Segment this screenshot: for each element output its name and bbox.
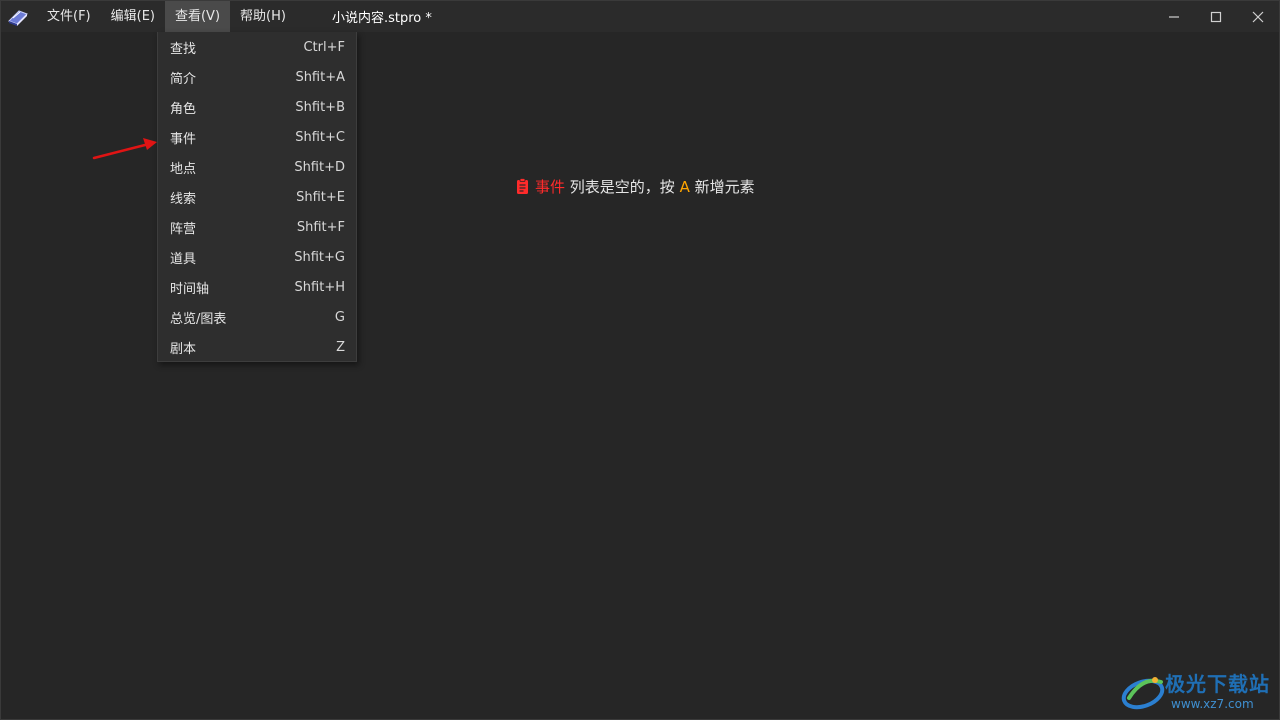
menu-item-label: 角色 — [170, 101, 197, 117]
menu-item-shortcut: Shfit+G — [294, 249, 345, 265]
menu-item-shortcut: Ctrl+F — [303, 39, 345, 55]
menu-item-factions[interactable]: 阵营 Shfit+F — [158, 212, 356, 242]
close-icon — [1252, 11, 1264, 22]
menu-item-synopsis[interactable]: 简介 Shfit+A — [158, 62, 356, 92]
menu-item-label: 道具 — [170, 251, 197, 267]
empty-state-text: 列表是空的，按 — [565, 178, 680, 196]
menu-item-label: 时间轴 — [170, 281, 210, 297]
menu-item-characters[interactable]: 角色 Shfit+B — [158, 92, 356, 122]
menu-item-script[interactable]: 剧本 Z — [158, 332, 356, 362]
menu-item-shortcut: Z — [336, 339, 345, 355]
menu-item-items[interactable]: 道具 Shfit+G — [158, 242, 356, 272]
menu-item-shortcut: Shfit+H — [294, 279, 345, 295]
menu-item-label: 剧本 — [170, 341, 197, 357]
document-title: 小说内容.stpro * — [331, 11, 432, 26]
window-controls — [1153, 1, 1279, 32]
menu-item-shortcut: Shfit+C — [295, 129, 345, 145]
watermark-url: www.xz7.com — [1171, 697, 1254, 711]
menu-item-shortcut: Shfit+D — [294, 159, 345, 175]
menu-item-label: 总览/图表 — [170, 311, 227, 327]
menu-file[interactable]: 文件(F) — [37, 1, 101, 32]
menu-item-shortcut: Shfit+F — [296, 219, 345, 235]
menu-item-label: 事件 — [170, 131, 197, 147]
minimize-button[interactable] — [1153, 1, 1195, 32]
menu-item-label: 线索 — [170, 191, 197, 207]
menu-edit[interactable]: 编辑(E) — [101, 1, 165, 32]
menu-item-label: 查找 — [170, 41, 197, 57]
menu-item-locations[interactable]: 地点 Shfit+D — [158, 152, 356, 182]
menu-item-shortcut: Shfit+B — [295, 99, 345, 115]
view-menu-dropdown: 查找 Ctrl+F 简介 Shfit+A 角色 Shfit+B 事件 Shfit… — [157, 32, 357, 362]
minimize-icon — [1169, 15, 1179, 18]
maximize-button[interactable] — [1195, 1, 1237, 32]
watermark-logo-icon — [1121, 677, 1165, 710]
empty-state-message: 事件 列表是空的，按 A 新增元素 — [515, 176, 755, 197]
menu-item-shortcut: Shfit+E — [296, 189, 345, 205]
menu-item-label: 简介 — [170, 71, 197, 87]
menu-view[interactable]: 查看(V) — [164, 1, 231, 32]
menu-item-events[interactable]: 事件 Shfit+C — [158, 122, 356, 152]
clipboard-icon — [515, 178, 530, 195]
title-bar: 文件(F) 编辑(E) 查看(V) 帮助(H) 小说内容.stpro * — [1, 1, 1279, 32]
maximize-icon — [1210, 11, 1222, 22]
book-icon[interactable] — [7, 7, 29, 27]
menu-item-label: 阵营 — [170, 221, 197, 237]
watermark: 极光下载站 www.xz7.com — [1119, 666, 1279, 718]
menu-item-overview[interactable]: 总览/图表 G — [158, 302, 356, 332]
close-button[interactable] — [1237, 1, 1279, 32]
menu-item-find[interactable]: 查找 Ctrl+F — [158, 32, 356, 62]
red-arrow-icon — [92, 138, 157, 160]
menu-item-shortcut: G — [334, 309, 345, 325]
menu-item-shortcut: Shfit+A — [295, 69, 345, 85]
empty-state-text-end: 新增元素 — [689, 178, 755, 196]
empty-state-list-name: 事件 — [535, 178, 566, 196]
app-window: 文件(F) 编辑(E) 查看(V) 帮助(H) 小说内容.stpro * 查找 … — [0, 0, 1280, 720]
empty-state-key: A — [679, 177, 690, 196]
menu-item-label: 地点 — [170, 161, 197, 177]
menu-item-timeline[interactable]: 时间轴 Shfit+H — [158, 272, 356, 302]
watermark-name: 极光下载站 — [1165, 672, 1270, 696]
menu-item-clues[interactable]: 线索 Shfit+E — [158, 182, 356, 212]
menu-help[interactable]: 帮助(H) — [230, 1, 296, 32]
